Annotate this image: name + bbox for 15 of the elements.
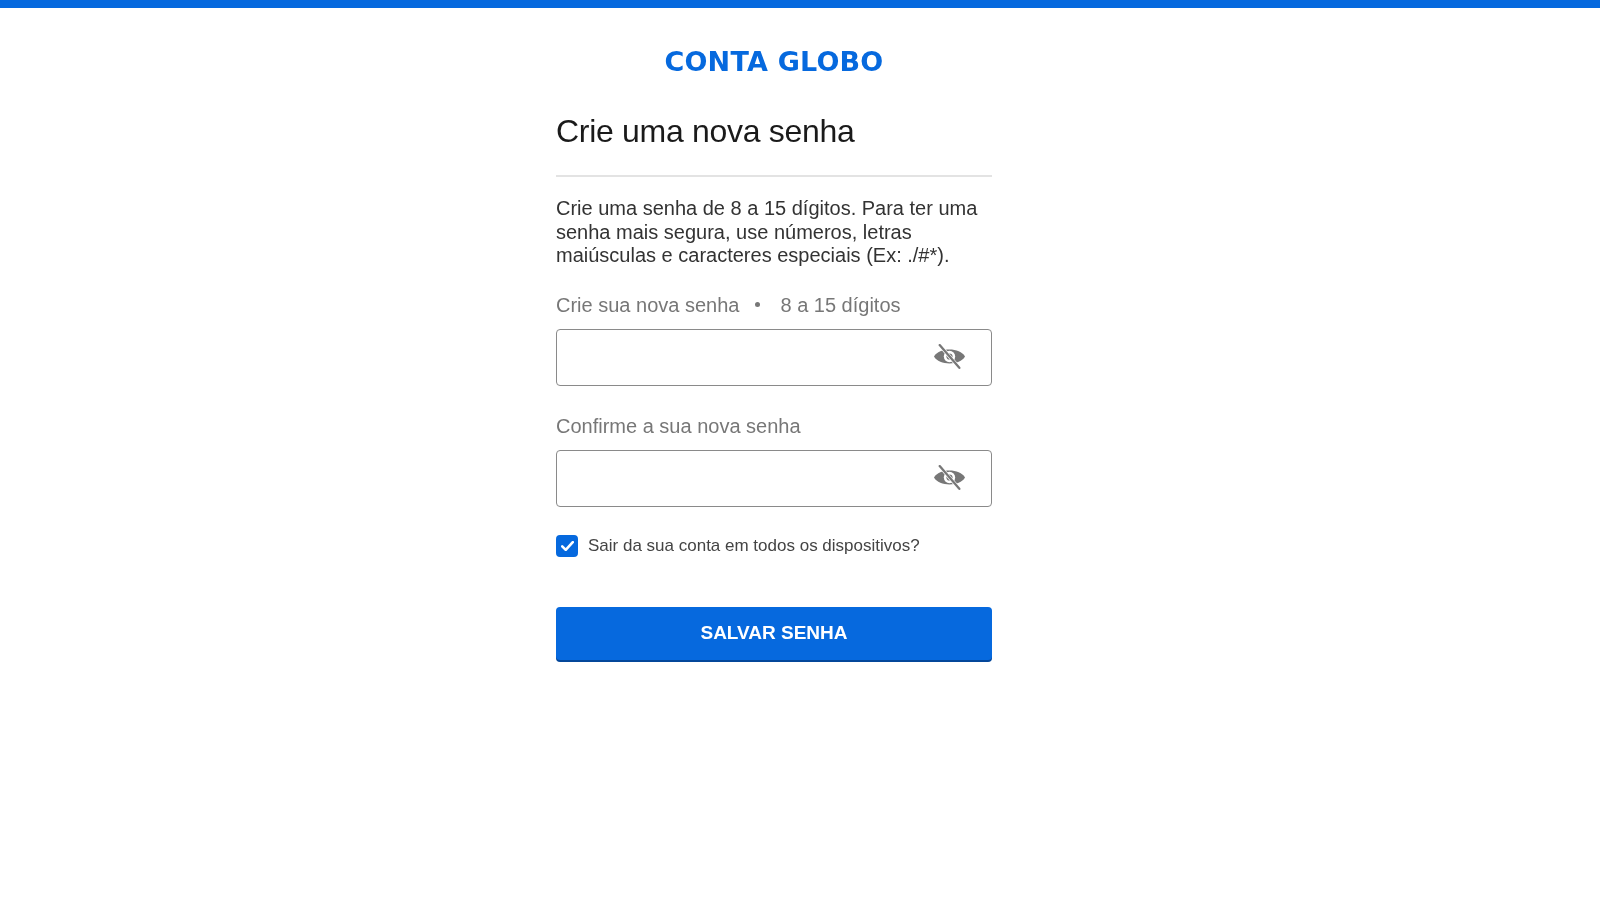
logo: CONTA GLOBO	[664, 46, 884, 78]
field-label: Crie sua nova senha	[556, 292, 740, 317]
field-label: Confirme a sua nova senha	[556, 413, 801, 438]
checkmark-icon	[560, 540, 574, 551]
eye-slash-icon[interactable]	[934, 344, 965, 370]
password-field[interactable]	[556, 449, 992, 507]
password-field[interactable]	[556, 328, 992, 386]
page-title: Crie uma nova senha	[556, 112, 856, 151]
save-password-button[interactable]: SALVAR SENHA	[556, 606, 992, 660]
field-hint: 8 a 15 dígitos	[780, 292, 901, 317]
description-text: Crie uma senha de 8 a 15 dígitos. Para ter uma senha mais segura, use números, letras maiúsculas e caracteres especiais (Ex: ./#*).	[556, 197, 979, 268]
checkbox[interactable]	[556, 534, 578, 557]
eye-slash-icon[interactable]	[934, 465, 965, 491]
checkbox-label: Sair da sua conta em todos os dispositivos?	[588, 534, 920, 557]
separator-dot-icon	[755, 302, 761, 307]
